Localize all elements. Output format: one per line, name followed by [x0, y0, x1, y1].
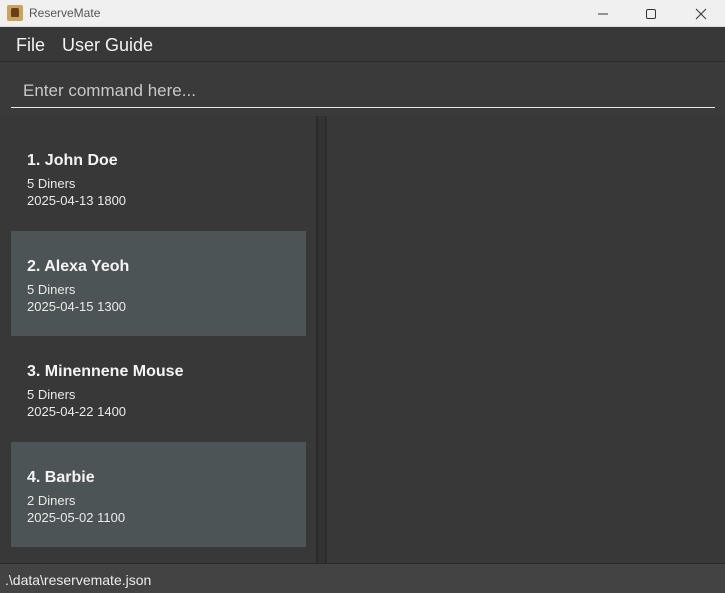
maximize-button[interactable]: [628, 0, 674, 27]
reservation-list[interactable]: 1. John Doe 5 Diners 2025-04-13 1800 2. …: [11, 125, 306, 549]
menu-user-guide[interactable]: User Guide: [62, 35, 153, 56]
reservation-name: 4. Barbie: [27, 469, 95, 486]
reservation-card[interactable]: 4. Barbie 2 Diners 2025-05-02 1100: [11, 442, 306, 547]
menu-file[interactable]: File: [16, 35, 45, 56]
maximize-icon: [646, 8, 656, 19]
minimize-button[interactable]: [580, 0, 626, 27]
reservation-datetime: 2025-04-13 1800: [27, 193, 127, 208]
reservation-name: 2. Alexa Yeoh: [27, 258, 130, 275]
status-bar: .\data\reservemate.json: [0, 563, 725, 593]
close-button[interactable]: [678, 0, 724, 27]
detail-panel: [326, 116, 725, 563]
command-box: [0, 62, 725, 114]
reservation-diners: 5 Diners: [27, 176, 76, 191]
minimize-icon: [598, 13, 608, 14]
window-title: ReserveMate: [29, 6, 101, 20]
close-icon: [695, 8, 707, 19]
reservation-diners: 2 Diners: [27, 493, 76, 508]
reservation-list-panel: 1. John Doe 5 Diners 2025-04-13 1800 2. …: [0, 116, 317, 563]
reservation-datetime: 2025-04-22 1400: [27, 404, 127, 419]
reservation-diners: 5 Diners: [27, 282, 76, 297]
reservation-diners: 5 Diners: [27, 387, 76, 402]
reservation-name: 1. John Doe: [27, 152, 118, 169]
data-file-path: .\data\reservemate.json: [5, 572, 152, 588]
reservation-datetime: 2025-05-02 1100: [27, 510, 126, 525]
reservation-datetime: 2025-04-15 1300: [27, 299, 127, 314]
command-input[interactable]: [11, 74, 715, 108]
split-pane-divider[interactable]: [317, 116, 326, 563]
title-bar: ReserveMate: [0, 0, 725, 27]
reservation-name: 3. Minennene Mouse: [27, 363, 184, 380]
reservation-card[interactable]: 1. John Doe 5 Diners 2025-04-13 1800: [11, 125, 306, 230]
reservation-card[interactable]: 2. Alexa Yeoh 5 Diners 2025-04-15 1300: [11, 231, 306, 336]
app-logo-icon: [7, 5, 23, 21]
menu-bar: File User Guide: [0, 27, 725, 62]
reservation-card[interactable]: 3. Minennene Mouse 5 Diners 2025-04-22 1…: [11, 336, 306, 441]
